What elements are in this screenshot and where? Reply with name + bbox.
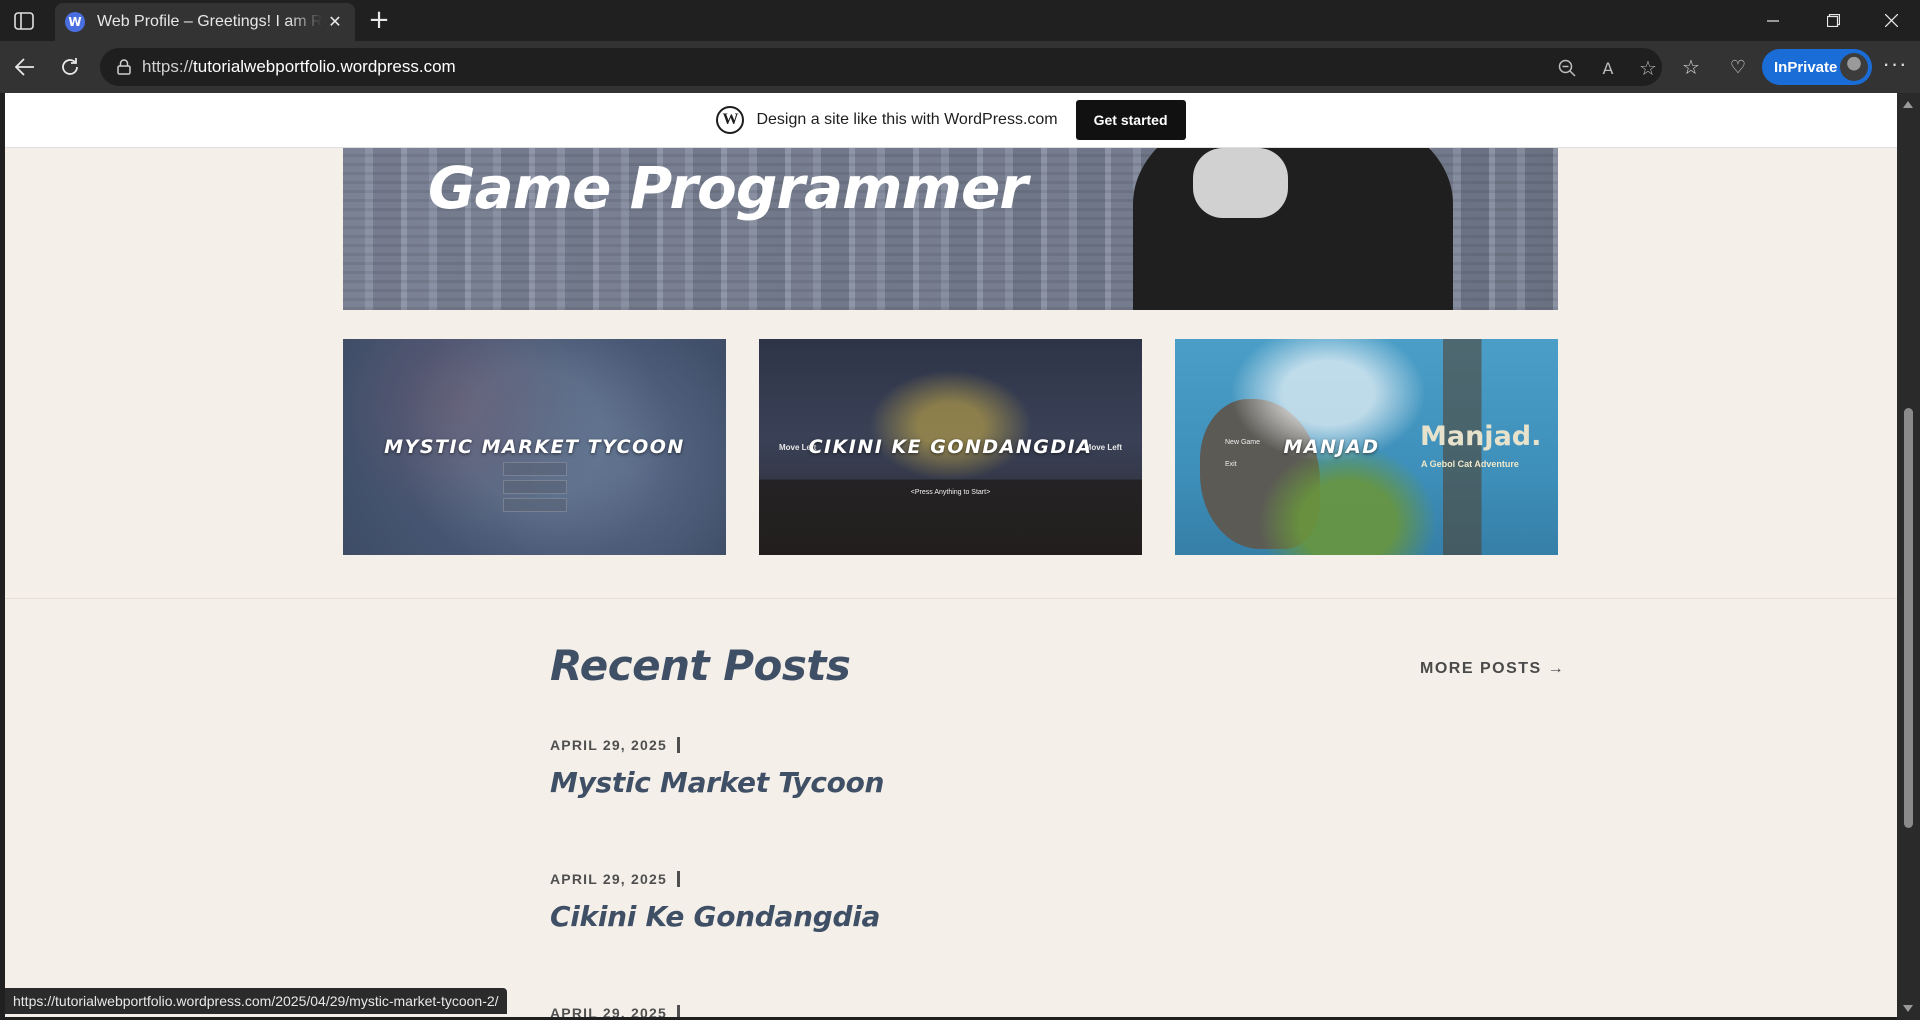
get-started-button[interactable]: Get started bbox=[1075, 100, 1186, 140]
new-tab-icon[interactable]: + bbox=[364, 6, 394, 36]
link-status-tooltip: https://tutorialwebportfolio.wordpress.c… bbox=[5, 988, 507, 1014]
page-scrollbar[interactable] bbox=[1897, 93, 1920, 1020]
tab-title: Web Profile – Greetings! I am Rifki bbox=[97, 13, 322, 30]
project-card-manjad[interactable]: New Game Exit Manjad. A Gebol Cat Advent… bbox=[1175, 339, 1558, 555]
wordpress-logo-icon[interactable]: W bbox=[716, 106, 745, 134]
thumbnail-menu-new: New Game bbox=[1225, 439, 1261, 446]
project-card-cikini-ke-gondangdia[interactable]: Move Left Move Left <Press Anything to S… bbox=[759, 339, 1142, 555]
scroll-down-icon[interactable] bbox=[1903, 1005, 1913, 1012]
browser-tab[interactable]: W Web Profile – Greetings! I am Rifki ✕ bbox=[55, 3, 355, 41]
refresh-icon[interactable] bbox=[55, 52, 85, 82]
post-title-link[interactable]: Cikini Ke Gondangdia bbox=[550, 900, 880, 933]
address-bar[interactable]: https://tutorialwebportfolio.wordpress.c… bbox=[100, 48, 1662, 86]
browser-essentials-icon[interactable]: ♡ bbox=[1725, 54, 1751, 80]
thumbnail-menu-box bbox=[503, 498, 567, 512]
more-options-icon[interactable]: ··· bbox=[1880, 53, 1910, 80]
tab-close-icon[interactable]: ✕ bbox=[325, 12, 345, 32]
favorite-star-icon[interactable]: ☆ bbox=[1637, 56, 1659, 80]
scrollbar-thumb[interactable] bbox=[1904, 408, 1913, 828]
read-aloud-icon[interactable]: A bbox=[1597, 57, 1619, 79]
inprivate-label: InPrivate bbox=[1774, 58, 1838, 76]
thumbnail-start-prompt: <Press Anything to Start> bbox=[910, 489, 991, 496]
thumbnail-menu-exit: Exit bbox=[1225, 461, 1237, 468]
profile-avatar bbox=[1840, 53, 1868, 81]
browser-titlebar: W Web Profile – Greetings! I am Rifki ✕ … bbox=[0, 0, 1920, 41]
post-date: APRIL 29, 2025 bbox=[550, 737, 680, 753]
thumbnail-menu-box bbox=[503, 462, 567, 476]
scroll-up-icon[interactable] bbox=[1903, 101, 1913, 108]
close-window-icon[interactable] bbox=[1868, 0, 1914, 41]
inprivate-button[interactable]: InPrivate bbox=[1762, 49, 1872, 85]
tab-actions-icon[interactable] bbox=[10, 8, 38, 34]
url-text[interactable]: https://tutorialwebportfolio.wordpress.c… bbox=[142, 57, 456, 77]
url-scheme: https:// bbox=[142, 57, 194, 76]
url-domain: tutorialwebportfolio.wordpress.com bbox=[193, 57, 456, 76]
project-label[interactable]: CIKINI KE GONDANGDIA bbox=[809, 436, 1093, 458]
person-image bbox=[1133, 148, 1453, 310]
restore-icon[interactable] bbox=[1810, 0, 1856, 41]
project-card-mystic-market-tycoon[interactable]: MYSTIC MARKET TYCOON bbox=[343, 339, 726, 555]
post-date: APRIL 29, 2025 bbox=[550, 1005, 680, 1017]
project-label[interactable]: MYSTIC MARKET TYCOON bbox=[384, 436, 685, 458]
promo-text: Design a site like this with WordPress.c… bbox=[756, 111, 1058, 128]
post-title-link[interactable]: Mystic Market Tycoon bbox=[550, 766, 884, 799]
recent-posts-heading: Recent Posts bbox=[550, 641, 851, 690]
more-posts-link[interactable]: MORE POSTS → bbox=[1420, 660, 1565, 678]
wordpress-favicon-icon: W bbox=[65, 12, 85, 32]
post-date: APRIL 29, 2025 bbox=[550, 871, 680, 887]
site-info-lock-icon[interactable] bbox=[114, 57, 134, 77]
back-icon[interactable] bbox=[10, 52, 40, 82]
wordpress-promo-banner: W Design a site like this with WordPress… bbox=[5, 93, 1897, 148]
page-viewport: W Design a site like this with WordPress… bbox=[5, 93, 1897, 1017]
browser-toolbar: https://tutorialwebportfolio.wordpress.c… bbox=[0, 41, 1920, 93]
person-hands-image bbox=[1193, 148, 1288, 218]
favorites-icon[interactable]: ☆ bbox=[1678, 54, 1704, 80]
thumbnail-brand-sub: A Gebol Cat Adventure bbox=[1421, 459, 1519, 469]
minimize-icon[interactable] bbox=[1750, 0, 1796, 41]
zoom-out-icon[interactable] bbox=[1556, 57, 1578, 79]
thumbnail-menu-box bbox=[503, 480, 567, 494]
thumbnail-brand: Manjad. bbox=[1420, 421, 1542, 452]
hero-title: Game Programmer bbox=[428, 154, 1028, 222]
section-divider bbox=[5, 598, 1897, 599]
hero-banner: Game Programmer bbox=[343, 148, 1558, 310]
project-label[interactable]: MANJAD bbox=[1283, 436, 1379, 458]
